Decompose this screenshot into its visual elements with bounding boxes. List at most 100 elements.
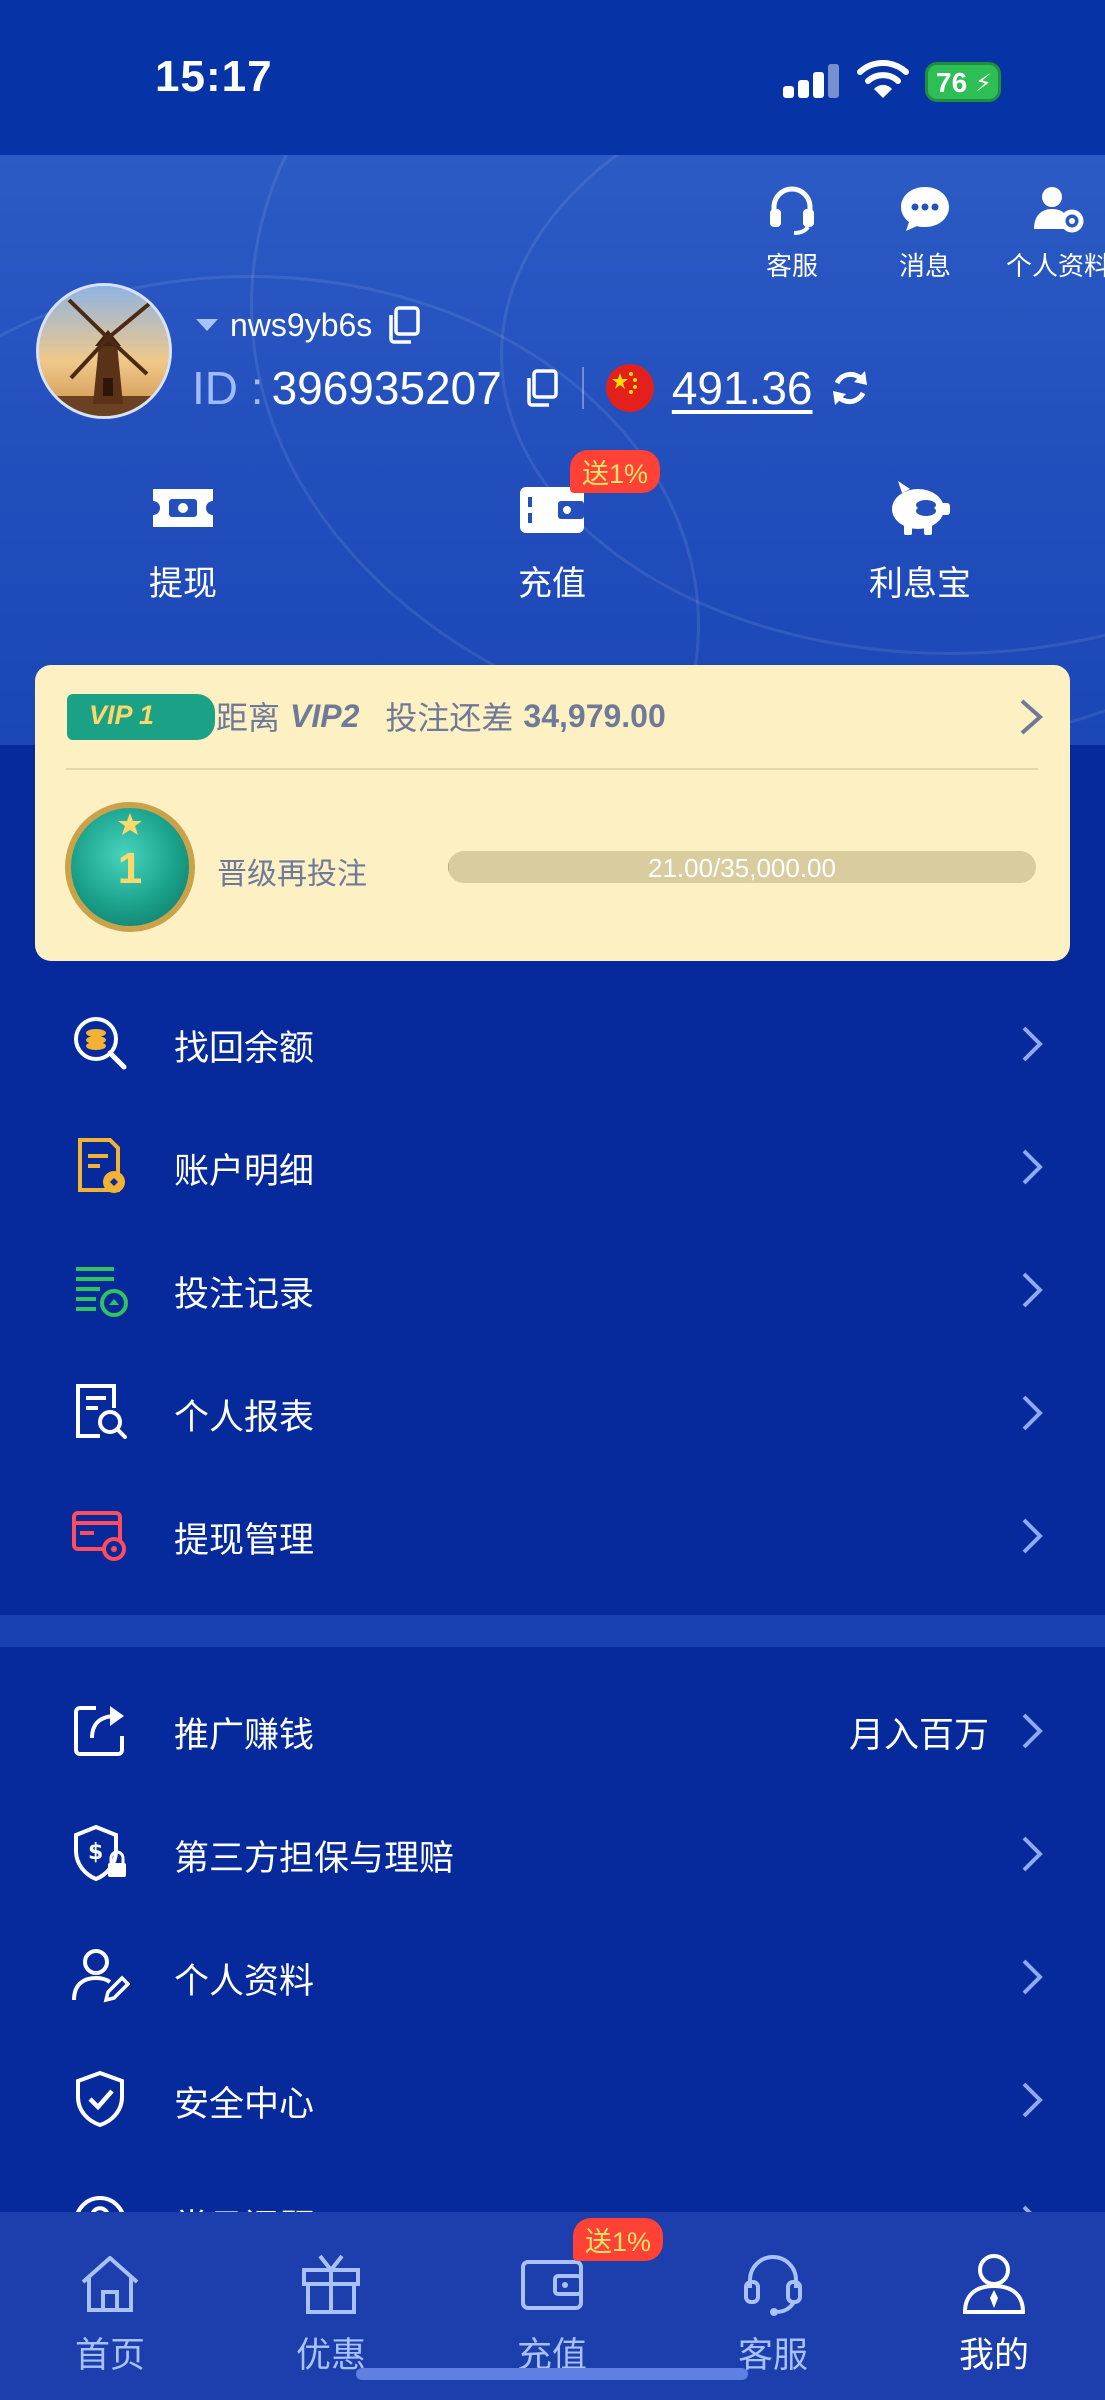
chevron-right-icon: [1022, 1713, 1043, 1749]
share-icon: [74, 1706, 124, 1756]
avatar[interactable]: [36, 283, 172, 419]
chevron-right-icon: [1022, 2082, 1043, 2118]
vip-level-tag: VIP 1: [67, 694, 215, 740]
refresh-icon[interactable]: [829, 367, 871, 409]
status-bar: 15:17 76 ⚡: [0, 0, 1105, 155]
battery-level: 76: [936, 67, 968, 98]
vip-divider: [66, 768, 1038, 770]
menu-item-third-party-guarantee[interactable]: $ 第三方担保与理赔: [0, 1798, 1105, 1908]
menu-item-label: 账户明细: [174, 1152, 315, 1191]
copy-id-icon[interactable]: [524, 369, 560, 407]
user-icon: [962, 2254, 1026, 2314]
recharge-button[interactable]: 充值: [442, 475, 662, 605]
username-row: nws9yb6s: [196, 300, 422, 350]
bet-diff-label: 投注还差: [385, 700, 514, 736]
menu-item-label: 第三方担保与理赔: [174, 1839, 455, 1878]
section-divider: [0, 1615, 1105, 1647]
gift-icon: [302, 2254, 360, 2314]
menu-item-bet-records[interactable]: 投注记录: [0, 1234, 1105, 1344]
menu-item-withdraw-management[interactable]: 提现管理: [0, 1480, 1105, 1590]
profile-settings-button[interactable]: 个人资料: [988, 183, 1105, 283]
withdraw-button[interactable]: 提现: [73, 475, 293, 605]
withdraw-ticket-icon: [153, 489, 213, 527]
messages-label: 消息: [898, 251, 951, 281]
menu-item-label: 个人报表: [174, 1398, 315, 1437]
user-edit-icon: [72, 1949, 130, 2003]
battery-icon: 76 ⚡: [925, 62, 1001, 102]
messages-button[interactable]: 消息: [855, 183, 995, 283]
menu-item-personal-report[interactable]: 个人报表: [0, 1357, 1105, 1467]
balance-amount[interactable]: 491.36: [672, 361, 813, 415]
chevron-right-icon: [1022, 1959, 1043, 1995]
menu-item-promote-earn[interactable]: 推广赚钱 月入百万: [0, 1675, 1105, 1785]
chevron-right-icon: [1022, 1395, 1043, 1431]
headset-icon: [744, 2255, 802, 2316]
menu-item-recover-balance[interactable]: 找回余额: [0, 988, 1105, 1098]
divider: [581, 367, 584, 409]
user-settings-icon: [1034, 187, 1084, 233]
recharge-bonus-badge: 送1%: [570, 450, 661, 493]
chat-bubble-icon: [901, 187, 949, 231]
username: nws9yb6s: [230, 306, 373, 343]
menu-item-personal-info[interactable]: 个人资料: [0, 1921, 1105, 2031]
home-indicator: [356, 2368, 748, 2380]
tab-label: 我的: [958, 2336, 1029, 2375]
chevron-right-icon[interactable]: [1016, 697, 1046, 737]
chevron-right-icon: [1022, 1026, 1043, 1062]
tab-mine[interactable]: 我的: [914, 2250, 1074, 2378]
account-details-icon: [78, 1138, 125, 1193]
charging-bolt-icon: ⚡: [975, 70, 992, 97]
chevron-right-icon: [1022, 1836, 1043, 1872]
shield-dollar-icon: $: [74, 1824, 126, 1882]
menu-item-label: 个人资料: [174, 1962, 315, 2001]
menu-item-security-center[interactable]: 安全中心: [0, 2044, 1105, 2154]
progress-text: 21.00/35,000.00: [648, 853, 836, 883]
menu-item-account-details[interactable]: 账户明细: [0, 1111, 1105, 1221]
caret-down-icon[interactable]: [196, 319, 218, 331]
vip-next-level-info: 距离 VIP2 投注还差 34,979.00: [216, 693, 666, 739]
bet-records-icon: [76, 1267, 128, 1317]
withdraw-settings-icon: [72, 1511, 126, 1561]
status-time: 15:17: [155, 52, 273, 101]
customer-service-button[interactable]: 客服: [722, 183, 862, 283]
copy-icon[interactable]: [386, 306, 422, 344]
id-label: ID :: [192, 362, 264, 414]
vip-card[interactable]: VIP 1 距离 VIP2 投注还差 34,979.00 1 晋级再投注 21.…: [35, 665, 1070, 961]
report-search-icon: [76, 1384, 127, 1439]
search-coins-icon: [74, 1017, 127, 1070]
tab-home[interactable]: 首页: [30, 2250, 190, 2378]
wifi-icon: [857, 60, 909, 98]
id-balance-row: ID : 396935207 491.36: [192, 355, 871, 421]
vip-progress-bar: 21.00/35,000.00: [448, 851, 1036, 883]
next-vip-level: VIP2: [290, 697, 360, 734]
star-icon: [118, 813, 142, 835]
menu-item-label: 找回余额: [174, 1029, 315, 1068]
chevron-right-icon: [1022, 1149, 1043, 1185]
windmill-avatar-image: [39, 286, 169, 416]
interest-treasure-label: 利息宝: [869, 565, 971, 603]
profile-settings-label: 个人资料: [1005, 251, 1105, 281]
tab-label: 首页: [74, 2336, 145, 2375]
chevron-right-icon: [1022, 1518, 1043, 1554]
vip-medal-number: 1: [117, 844, 143, 893]
svg-text:$: $: [88, 1840, 103, 1865]
tab-customer-service[interactable]: 客服: [693, 2250, 853, 2378]
menu-item-label: 推广赚钱: [174, 1716, 315, 1755]
tab-promotions[interactable]: 优惠: [251, 2250, 411, 2378]
interest-treasure-button[interactable]: 利息宝: [810, 475, 1030, 605]
distance-prefix: 距离: [216, 700, 281, 736]
home-icon: [81, 2256, 139, 2312]
withdraw-label: 提现: [149, 565, 217, 603]
headset-icon: [770, 186, 814, 235]
menu-item-label: 安全中心: [174, 2085, 315, 2124]
tab-recharge-badge: 送1%: [573, 2218, 664, 2261]
profile-header: 客服 消息 个人资料 nws9yb6s ID: 396935207 491.3…: [0, 155, 1105, 745]
promote-slogan: 月入百万: [848, 1716, 989, 1755]
cellular-signal-icon: [783, 64, 841, 98]
menu-item-label: 提现管理: [174, 1521, 315, 1560]
vip-medal-icon: 1: [65, 802, 195, 932]
shield-check-icon: [76, 2070, 124, 2128]
tab-recharge[interactable]: 充值: [472, 2250, 632, 2378]
recharge-label: 充值: [518, 565, 586, 603]
piggy-bank-icon: [892, 481, 950, 535]
